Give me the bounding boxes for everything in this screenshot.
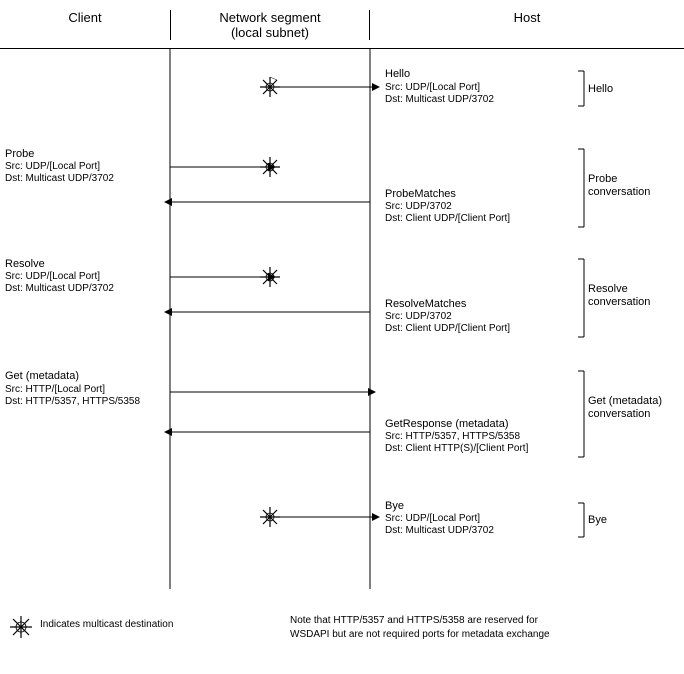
get-src: Src: HTTP/[Local Port]: [5, 384, 105, 395]
resolve-label: Resolve: [5, 258, 45, 270]
bye-dst: Dst: Multicast UDP/3702: [385, 525, 494, 536]
bye-src: Src: UDP/[Local Port]: [385, 513, 480, 524]
diagram-container: Client Network segment(local subnet) Hos…: [0, 0, 684, 657]
probe-label: Probe: [5, 148, 34, 160]
get-dst: Dst: HTTP/5357, HTTPS/5358: [5, 396, 140, 407]
get-label: Get (metadata): [5, 370, 79, 382]
host-header: Host: [370, 10, 684, 40]
header-row: Client Network segment(local subnet) Hos…: [0, 10, 684, 49]
resolve-dst: Dst: Multicast UDP/3702: [5, 283, 114, 294]
footer-note: Note that HTTP/5357 and HTTPS/5358 are r…: [290, 614, 674, 642]
resolvematches-label: ResolveMatches: [385, 298, 467, 310]
getresponse-dst: Dst: Client HTTP(S)/[Client Port]: [385, 443, 529, 454]
resolvematches-src: Src: UDP/3702: [385, 311, 452, 322]
sequence-diagram: Hello Src: UDP/[Local Port] Dst: Multica…: [0, 49, 684, 604]
probe-src: Src: UDP/[Local Port]: [5, 161, 100, 172]
get-bracket-label2: conversation: [588, 408, 650, 420]
network-header: Network segment(local subnet): [170, 10, 370, 40]
legend-text: Indicates multicast destination: [40, 618, 173, 632]
hello-label: Hello: [385, 68, 410, 80]
hello-src: Src: UDP/[Local Port]: [385, 82, 480, 93]
hello-dst: Dst: Multicast UDP/3702: [385, 94, 494, 105]
get-bracket-label: Get (metadata): [588, 395, 662, 407]
hello-bracket-label: Hello: [588, 83, 613, 95]
footer-legend: Indicates multicast destination: [10, 614, 290, 642]
getresponse-src: Src: HTTP/5357, HTTPS/5358: [385, 431, 520, 442]
bye-label: Bye: [385, 500, 404, 512]
resolve-bracket-label2: conversation: [588, 296, 650, 308]
probe-bracket-label2: conversation: [588, 186, 650, 198]
probematches-src: Src: UDP/3702: [385, 201, 452, 212]
probe-dst: Dst: Multicast UDP/3702: [5, 173, 114, 184]
resolvematches-dst: Dst: Client UDP/[Client Port]: [385, 323, 510, 334]
client-header: Client: [0, 10, 170, 40]
probe-starburst: [260, 157, 280, 177]
bye-starburst: [260, 507, 280, 527]
getresponse-label: GetResponse (metadata): [385, 418, 509, 430]
resolve-starburst: [260, 267, 280, 287]
resolve-src: Src: UDP/[Local Port]: [5, 271, 100, 282]
hello-starburst: [260, 77, 280, 97]
bye-bracket-label: Bye: [588, 514, 607, 526]
footer-note-text: Note that HTTP/5357 and HTTPS/5358 are r…: [290, 615, 550, 640]
probematches-label: ProbeMatches: [385, 188, 456, 200]
probe-bracket-label: Probe: [588, 173, 617, 185]
probematches-dst: Dst: Client UDP/[Client Port]: [385, 213, 510, 224]
multicast-icon: [10, 616, 32, 638]
resolve-bracket-label: Resolve: [588, 283, 628, 295]
footer: Indicates multicast destination Note tha…: [0, 604, 684, 647]
